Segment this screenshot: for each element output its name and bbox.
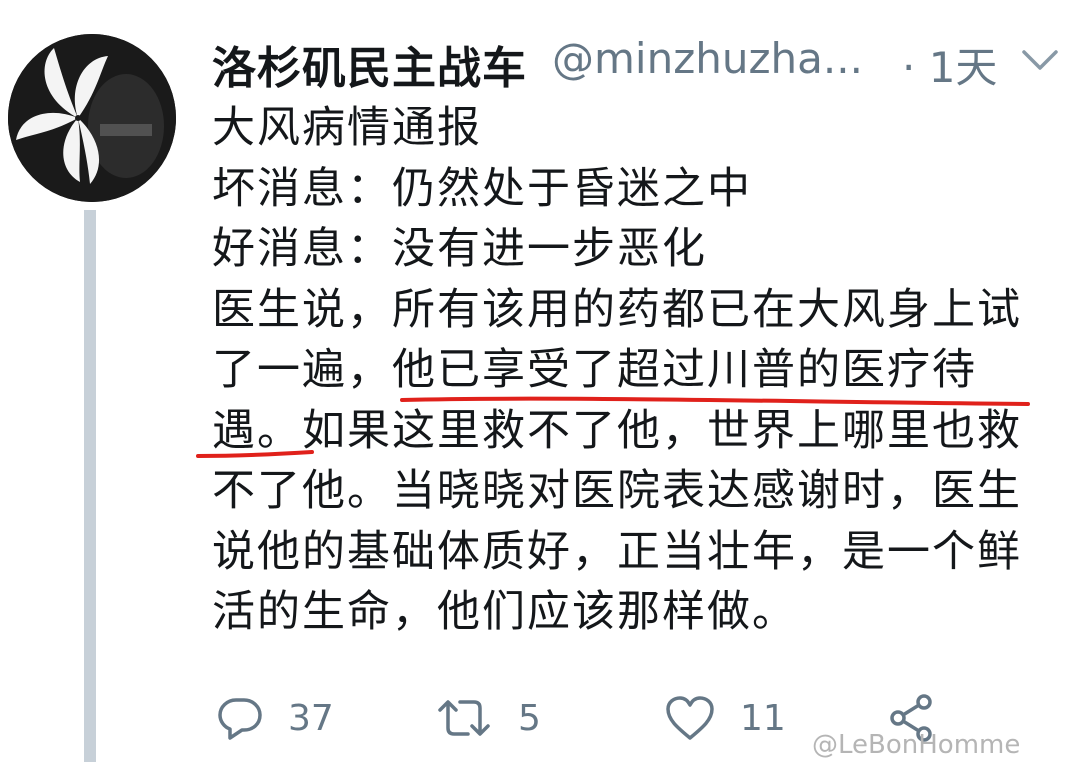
weibo-watermark: @LeBonHomme xyxy=(812,730,1020,760)
tweet-text-line: 大风病情通报 xyxy=(212,103,482,153)
display-name[interactable]: 洛杉矶民主战车 xyxy=(212,32,527,96)
timestamp[interactable]: · 1天 xyxy=(902,34,997,95)
like-count: 11 xyxy=(740,697,786,739)
bauhinia-avatar-image xyxy=(8,34,176,202)
tweet-text-line: 不了他。当晓晓对医院表达感谢时，医生 xyxy=(212,466,1022,516)
reply-count: 37 xyxy=(288,697,334,739)
retweet-count: 5 xyxy=(518,697,541,739)
tweet-text-line: 活的生命，他们应该那样做。 xyxy=(212,587,797,637)
user-handle[interactable]: @minzhuzha... xyxy=(552,34,863,83)
tweet-card[interactable]: 洛杉矶民主战车 @minzhuzha... · 1天 大风病情通报 坏消息：仍然… xyxy=(0,0,1080,762)
avatar[interactable] xyxy=(8,34,176,202)
retweet-icon xyxy=(438,700,490,736)
tweet-text-line: 遇。如果这里救不了他，世界上哪里也救 xyxy=(212,405,1022,456)
tweet-text: 大风病情通报 坏消息：仍然处于昏迷之中 好消息：没有进一步恶化 医生说，所有该用… xyxy=(212,98,1072,643)
thread-connector-line xyxy=(84,210,96,762)
watermark-text: @LeBonHomme xyxy=(812,730,1021,760)
heart-icon xyxy=(666,696,714,740)
tweet-text-line: 坏消息：仍然处于昏迷之中 xyxy=(212,163,752,214)
tweet-text-line: 说他的基础体质好，正当壮年，是一个鲜 xyxy=(212,526,1022,577)
reply-icon xyxy=(218,698,262,740)
tweet-text-line: 医生说，所有该用的药都已在大风身上试 xyxy=(212,284,1022,335)
like-button[interactable]: 11 xyxy=(664,688,786,748)
retweet-button[interactable]: 5 xyxy=(434,688,541,748)
tweet-header: 洛杉矶民主战车 @minzhuzha... · 1天 xyxy=(212,28,1072,98)
tweet-text-line: 了一遍，他已享受了超过川普的医疗待 xyxy=(212,345,977,395)
tweet-text-line: 好消息：没有进一步恶化 xyxy=(212,224,707,274)
chevron-down-icon[interactable] xyxy=(1018,40,1062,80)
reply-button[interactable]: 37 xyxy=(216,688,334,748)
